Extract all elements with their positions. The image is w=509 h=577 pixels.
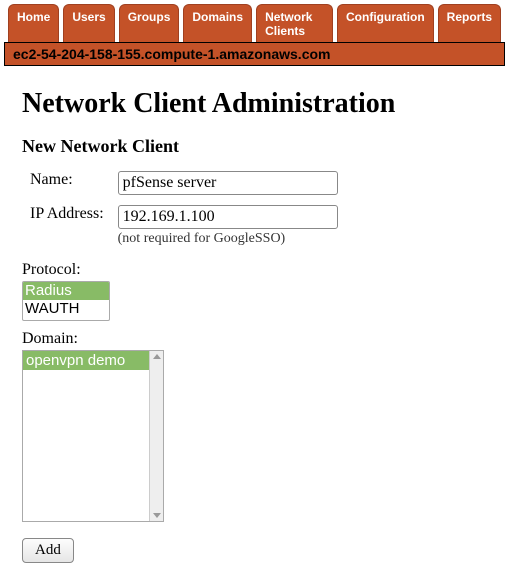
tab-home[interactable]: Home: [8, 4, 59, 42]
ip-label: IP Address:: [24, 201, 110, 251]
name-label: Name:: [24, 167, 110, 199]
tab-reports[interactable]: Reports: [438, 4, 501, 42]
ip-hint: (not required for GoogleSSO): [118, 231, 338, 247]
ip-input[interactable]: [118, 205, 338, 229]
top-nav-tabs: Home Users Groups Domains Network Client…: [0, 0, 509, 42]
section-title: New Network Client: [22, 136, 487, 157]
hostname-bar: ec2-54-204-158-155.compute-1.amazonaws.c…: [4, 42, 505, 66]
tab-groups[interactable]: Groups: [119, 4, 180, 42]
tab-network-clients[interactable]: Network Clients: [256, 4, 333, 42]
tab-domains[interactable]: Domains: [183, 4, 252, 42]
tab-users[interactable]: Users: [63, 4, 114, 42]
domain-select[interactable]: openvpn demo: [22, 350, 164, 522]
name-input[interactable]: [118, 171, 338, 195]
protocol-label: Protocol:: [22, 261, 487, 279]
form-table: Name: IP Address: (not required for Goog…: [22, 165, 346, 253]
protocol-option-radius[interactable]: Radius: [23, 282, 109, 300]
page-title: Network Client Administration: [22, 88, 487, 120]
domain-option-openvpn-demo[interactable]: openvpn demo: [23, 351, 163, 370]
protocol-option-wauth[interactable]: WAUTH: [23, 300, 109, 318]
tab-configuration[interactable]: Configuration: [337, 4, 434, 42]
scrollbar[interactable]: [149, 351, 163, 521]
domain-label: Domain:: [22, 330, 487, 348]
add-button[interactable]: Add: [22, 538, 74, 563]
protocol-select[interactable]: Radius WAUTH: [22, 281, 110, 321]
main-content: Network Client Administration New Networ…: [0, 66, 509, 577]
